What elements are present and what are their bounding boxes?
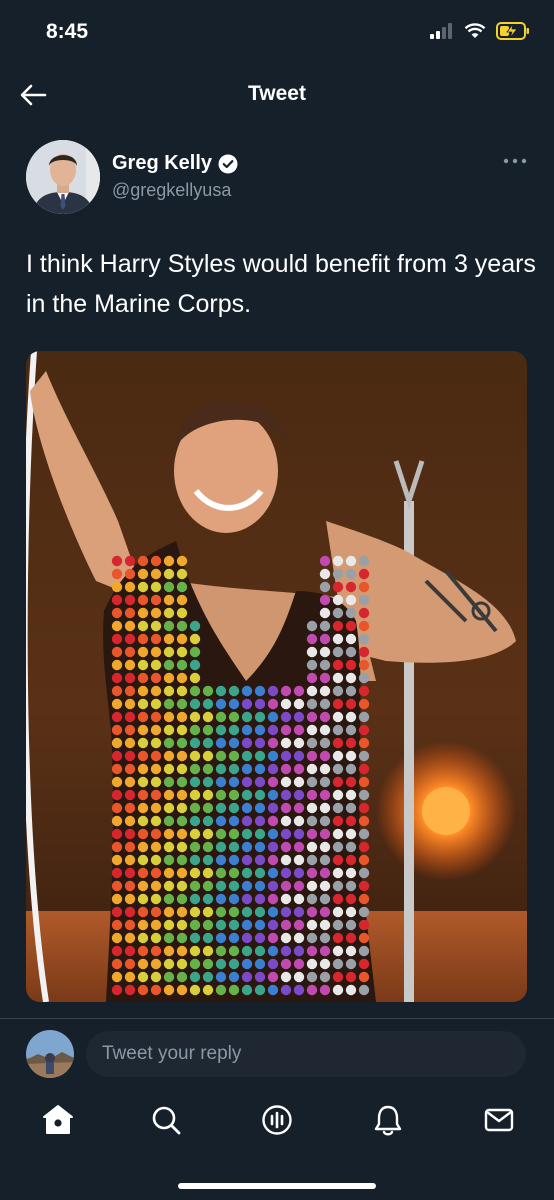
- notifications-icon[interactable]: [370, 1102, 406, 1138]
- tweet-text: I think Harry Styles would benefit from …: [26, 250, 536, 318]
- reply-placeholder: Tweet your reply: [102, 1043, 242, 1064]
- more-options-icon[interactable]: [502, 156, 528, 166]
- author-avatar[interactable]: [26, 140, 100, 214]
- battery-charging-icon: [496, 22, 529, 40]
- reply-input[interactable]: Tweet your reply: [86, 1031, 526, 1077]
- home-icon[interactable]: [40, 1102, 76, 1138]
- status-time: 8:45: [46, 20, 89, 43]
- signal-icon: [430, 23, 452, 39]
- author-name-row[interactable]: Greg Kelly: [112, 152, 238, 175]
- verified-badge-icon: [218, 154, 238, 173]
- home-indicator: [178, 1183, 376, 1189]
- messages-icon[interactable]: [481, 1102, 517, 1138]
- search-icon[interactable]: [148, 1102, 184, 1138]
- status-icons: [430, 22, 530, 40]
- reply-divider: [0, 1018, 554, 1019]
- spaces-icon[interactable]: [259, 1102, 295, 1138]
- author-name[interactable]: Greg Kelly: [112, 152, 212, 175]
- user-avatar[interactable]: [26, 1030, 74, 1078]
- tweet-photo[interactable]: [26, 351, 527, 1002]
- page-title: Tweet: [248, 82, 306, 105]
- wifi-icon: [464, 23, 486, 38]
- author-handle[interactable]: @gregkellyusa: [112, 180, 231, 201]
